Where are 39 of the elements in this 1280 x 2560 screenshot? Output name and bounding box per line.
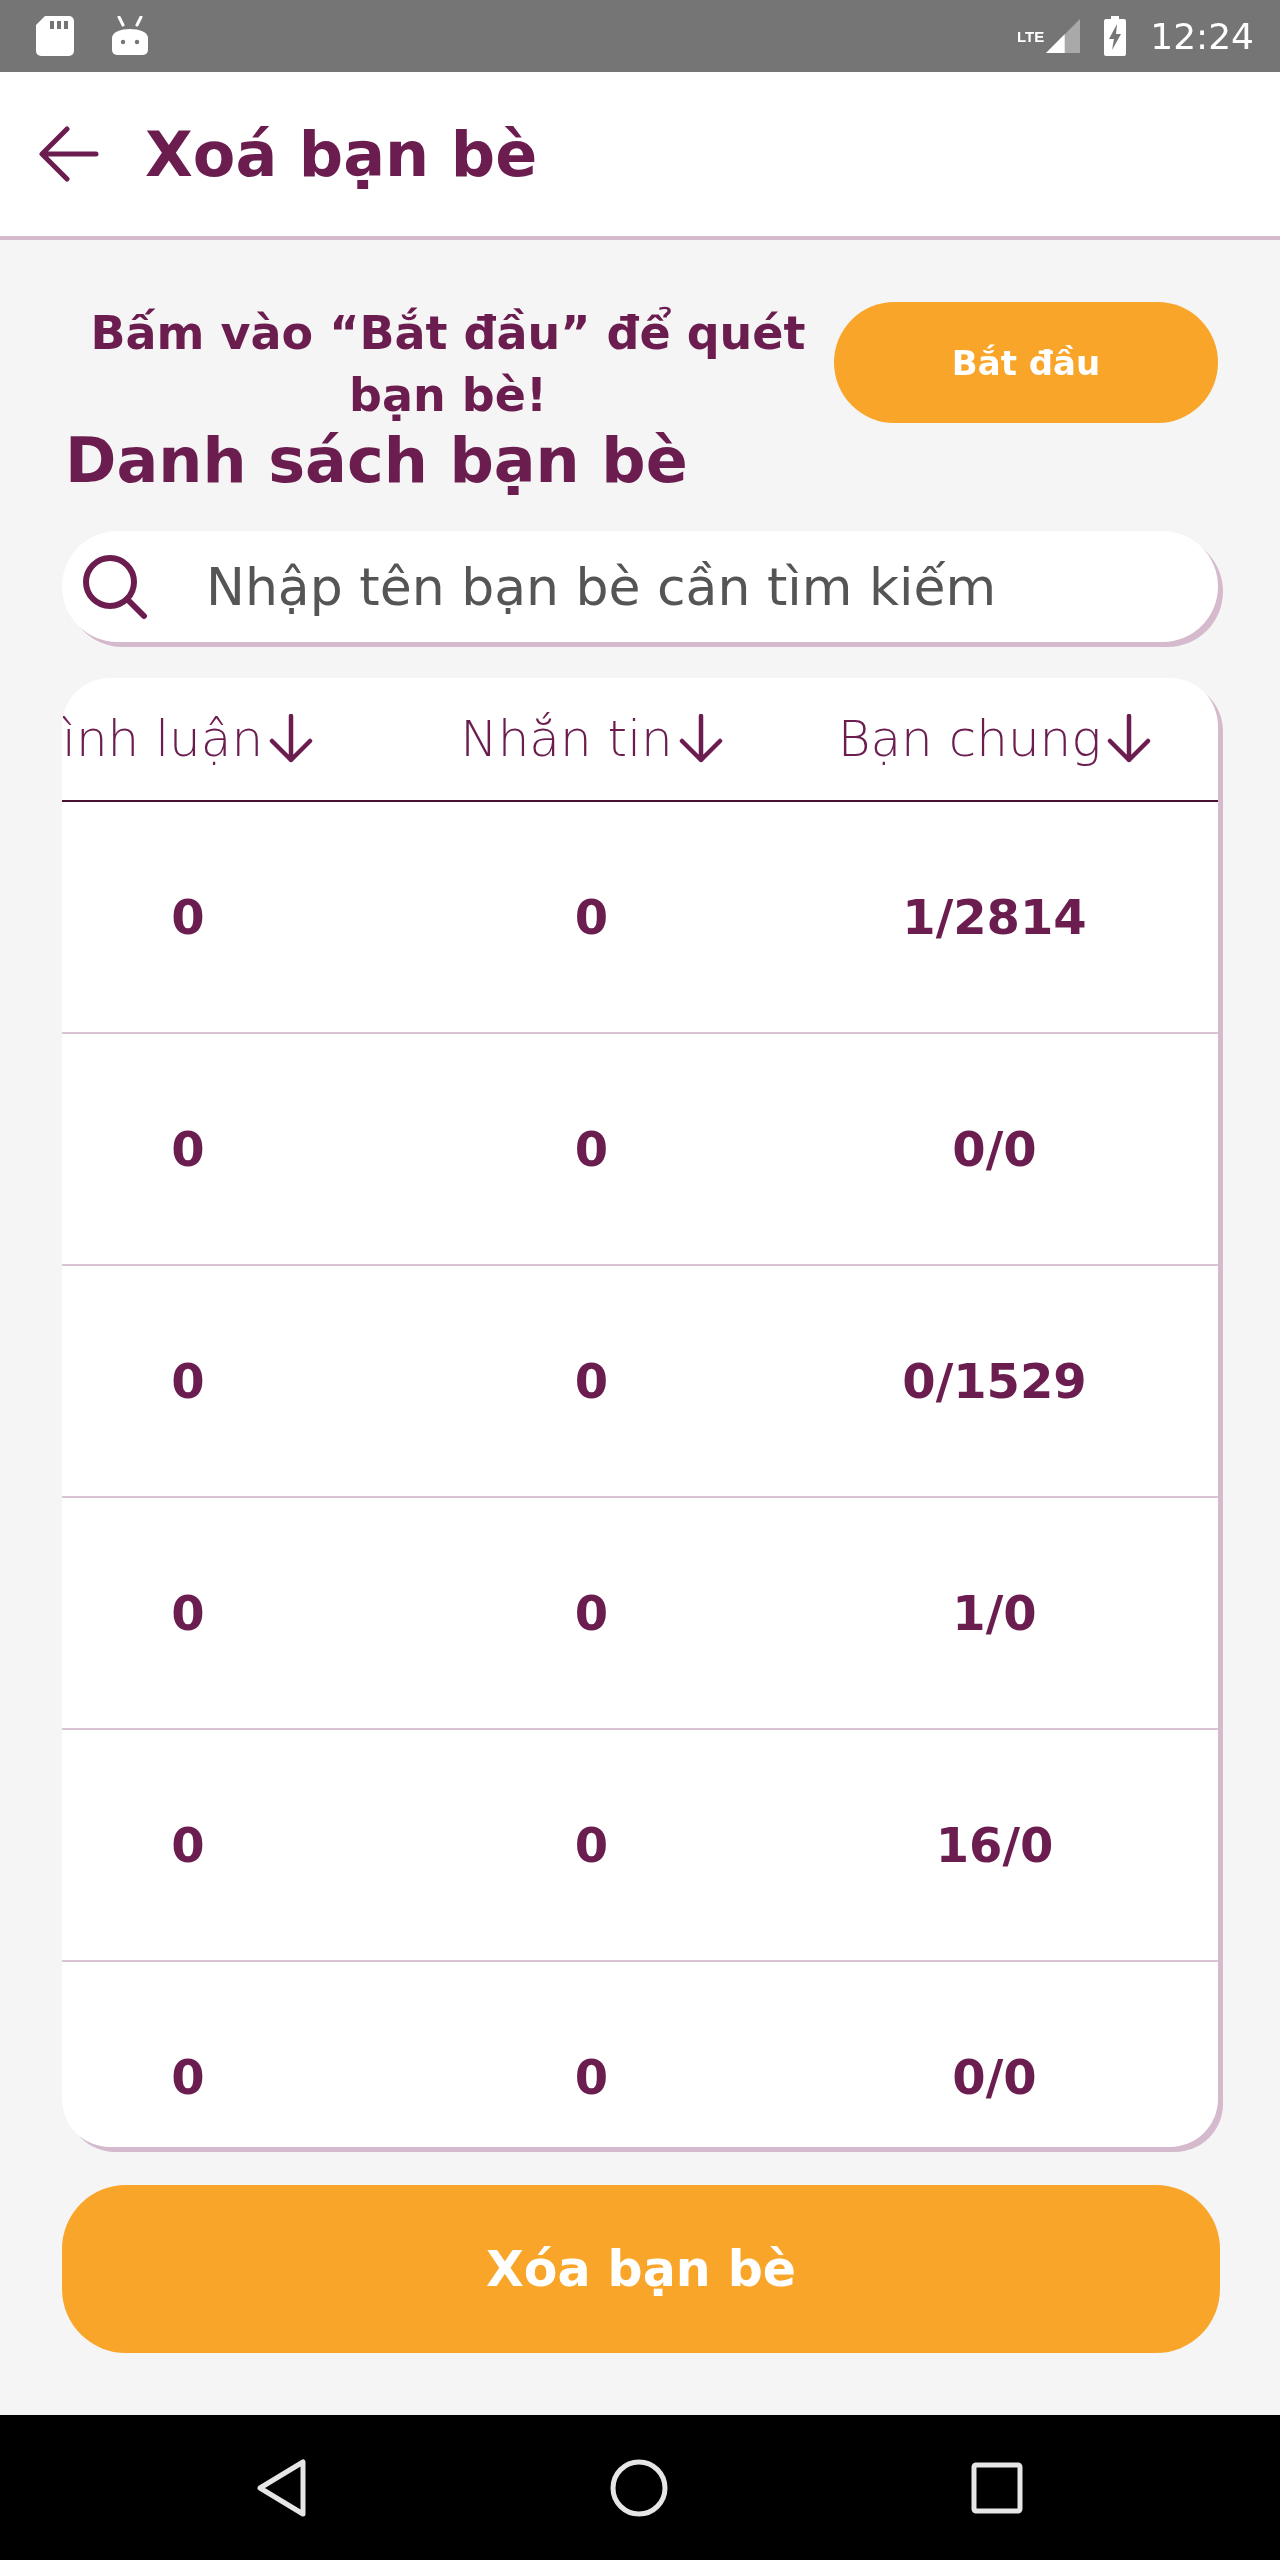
back-icon[interactable] — [257, 2458, 307, 2517]
battery-charging-icon — [1104, 16, 1127, 56]
sort-down-arrow-icon — [1107, 714, 1152, 764]
column-header[interactable]: Bạn chung — [793, 678, 1196, 800]
search-field[interactable]: Nhập tên bạn bè cần tìm kiếm — [62, 531, 1218, 642]
table-cell: 1/2814 — [902, 889, 1087, 945]
screen-title: Xoá bạn bè — [145, 117, 538, 191]
recent-apps-icon[interactable] — [971, 2461, 1023, 2514]
table-cell: 0 — [171, 889, 205, 945]
table-cell: 0 — [574, 1353, 609, 1409]
table-cell: 0 — [171, 1353, 205, 1409]
table-cell: 0/1529 — [902, 1353, 1087, 1409]
table-cell: 0 — [171, 2049, 205, 2105]
table-cell: 0/0 — [952, 1121, 1037, 1177]
table-cell: 0 — [574, 2049, 609, 2105]
table-cell: 0 — [171, 1121, 205, 1177]
scan-instruction: Bấm vào “Bắt đầu” để quét bạn bè! — [89, 305, 807, 424]
table-cell: 1/0 — [952, 1585, 1037, 1641]
list-title: Danh sách bạn bè — [64, 426, 689, 496]
search-icon — [82, 554, 148, 620]
sort-down-arrow-icon — [678, 714, 723, 764]
table-cell: 16/0 — [935, 1817, 1054, 1873]
table-cell: 0/0 — [952, 2049, 1037, 2105]
column-header[interactable]: ình luận — [62, 678, 390, 800]
sd-card-icon — [36, 16, 74, 56]
back-button[interactable] — [39, 126, 99, 182]
home-icon[interactable] — [610, 2458, 668, 2517]
network-type: LTE — [1017, 27, 1045, 45]
table-cell: 0 — [574, 1585, 609, 1641]
status-time: 12:24 — [1150, 15, 1254, 57]
back-arrow-icon — [39, 126, 99, 182]
table-cell: 0 — [171, 1585, 205, 1641]
sort-down-arrow-icon — [269, 714, 314, 764]
column-header[interactable]: Nhắn tin — [390, 678, 793, 800]
table-cell: 0 — [171, 1817, 205, 1873]
table-cell: 0 — [574, 889, 609, 945]
robot-icon — [110, 16, 150, 56]
table-cell: 0 — [574, 1121, 609, 1177]
table-cell: 0 — [574, 1817, 609, 1873]
